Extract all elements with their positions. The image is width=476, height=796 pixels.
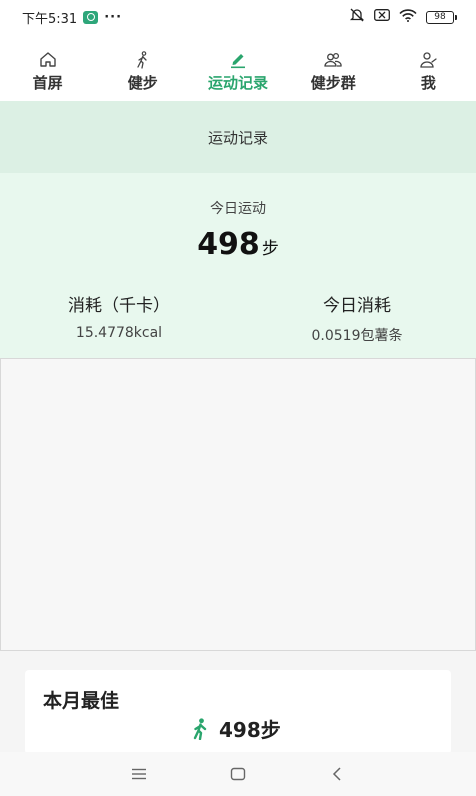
sim-off-icon — [374, 9, 390, 25]
system-nav-bar — [0, 752, 476, 796]
tab-records[interactable]: 运动记录 — [190, 34, 285, 101]
walker-icon — [193, 717, 207, 740]
tab-label: 健步群 — [310, 73, 356, 92]
page-title: 运动记录 — [207, 128, 268, 147]
consumption-stat: 消耗（千卡） 15.4778kcal — [0, 291, 238, 341]
back-icon[interactable] — [327, 764, 347, 784]
tab-me[interactable]: 我 — [381, 34, 476, 101]
equivalent-title: 今日消耗 — [323, 296, 391, 316]
tab-label: 健步 — [127, 73, 158, 92]
chart-area — [0, 358, 476, 651]
wifi-icon — [399, 8, 417, 26]
app-shield-icon — [83, 10, 99, 24]
tab-label: 我 — [420, 73, 436, 92]
monthly-best-card: 本月最佳 498步 — [25, 670, 451, 754]
profile-icon — [420, 51, 438, 68]
consumption-value: 15.4778kcal — [75, 325, 163, 341]
today-stats-panel: 今日运动 498 步 消耗（千卡） 15.4778kcal 今日消耗 0.0519… — [0, 173, 476, 358]
monthly-best-title: 本月最佳 — [43, 690, 120, 712]
monthly-best-row: 498步 — [191, 714, 281, 743]
tab-label: 首屏 — [32, 73, 63, 92]
pencil-icon — [231, 53, 245, 68]
tab-label: 运动记录 — [208, 73, 269, 92]
tab-bar: 首屏 健步 运动记录 健步群 我 — [0, 34, 476, 101]
battery-icon: 98 — [426, 10, 457, 24]
home-square-icon[interactable] — [228, 764, 248, 784]
equivalent-stat: 今日消耗 0.0519包薯条 — [238, 291, 476, 345]
home-icon — [39, 51, 56, 67]
equivalent-value: 0.0519包薯条 — [311, 328, 403, 344]
today-label: 今日运动 — [210, 201, 266, 217]
status-overflow: ··· — [104, 9, 123, 25]
page-header: 运动记录 — [0, 101, 476, 173]
tab-walk[interactable]: 健步 — [95, 34, 190, 101]
monthly-best-steps: 498步 — [219, 718, 281, 742]
consumption-title: 消耗（千卡） — [68, 296, 170, 316]
group-icon — [324, 52, 342, 67]
walker-icon — [137, 50, 147, 69]
status-bar: 下午5:31 ··· 98 — [0, 0, 476, 34]
status-time: 下午5:31 — [22, 11, 78, 27]
menu-icon[interactable] — [129, 764, 149, 784]
tab-home[interactable]: 首屏 — [0, 34, 95, 101]
mute-bell-icon — [349, 8, 365, 26]
tab-group[interactable]: 健步群 — [286, 34, 381, 101]
today-steps-number: 498 — [197, 227, 260, 262]
today-steps: 498 步 — [0, 227, 476, 262]
today-steps-unit: 步 — [261, 239, 279, 259]
